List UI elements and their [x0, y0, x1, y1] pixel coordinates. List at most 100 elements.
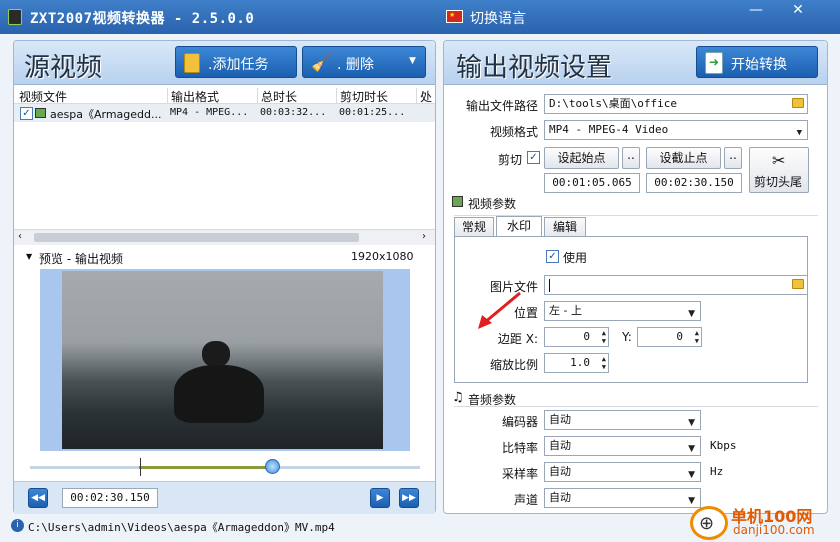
margin-x-value: 0: [583, 330, 590, 343]
use-watermark-label: 使用: [563, 251, 588, 265]
tab-watermark[interactable]: 水印: [496, 216, 542, 237]
tab-general[interactable]: 常规: [454, 217, 494, 237]
scrollbar-thumb[interactable]: [34, 233, 359, 242]
position-value: 左 - 上: [549, 304, 582, 317]
col-cut[interactable]: 剪切时长: [336, 88, 388, 105]
use-watermark-checkbox[interactable]: ✓: [546, 250, 559, 263]
scale-value: 1.0: [570, 356, 590, 369]
time-display: 00:02:30.150: [62, 488, 158, 508]
tab-edit[interactable]: 编辑: [544, 217, 586, 237]
figure-head: [202, 341, 230, 367]
scroll-right-icon[interactable]: ›: [422, 231, 426, 242]
site-url: danji100.com: [733, 523, 815, 537]
row-format: MP4 - MPEG...: [170, 107, 249, 118]
add-task-button[interactable]: .添加任务: [175, 46, 297, 78]
spinner-icon[interactable]: ▲ ▼: [602, 355, 606, 371]
encoder-label: 编码器: [501, 415, 538, 429]
start-convert-button[interactable]: ➜ 开始转换: [696, 46, 818, 78]
bitrate-select[interactable]: 自动 ▼: [544, 436, 701, 456]
scissors-icon: ✂: [772, 151, 786, 170]
margin-x-label: 边距 X:: [497, 332, 538, 346]
scroll-left-icon[interactable]: ‹: [18, 231, 22, 242]
scale-input[interactable]: 1.0 ▲ ▼: [544, 353, 609, 373]
delete-button[interactable]: 🧹 . 删除 ▼: [302, 46, 426, 78]
music-note-icon: ♫: [452, 390, 464, 405]
text-cursor: [549, 278, 550, 292]
spinner-icon[interactable]: ▲ ▼: [695, 329, 699, 345]
cut-start-time[interactable]: 00:01:05.065: [544, 173, 640, 193]
delete-label: . 删除: [337, 57, 374, 73]
margin-y-value: 0: [676, 330, 683, 343]
play-button[interactable]: ▶: [370, 488, 390, 508]
close-button[interactable]: ✕: [784, 0, 812, 22]
collapse-arrow-icon[interactable]: ▼: [26, 252, 32, 261]
col-total[interactable]: 总时长: [257, 88, 297, 105]
channel-value: 自动: [549, 491, 571, 504]
fast-forward-button[interactable]: ▶▶: [399, 488, 419, 508]
row-total: 00:03:32...: [260, 107, 327, 118]
end-more-button[interactable]: ..: [724, 147, 742, 169]
output-title: 输出视频设置: [456, 53, 613, 83]
chevron-down-icon[interactable]: ▼: [409, 56, 416, 66]
video-preview[interactable]: [62, 271, 383, 449]
cut-checkbox[interactable]: ✓: [527, 151, 540, 164]
site-logo: ⊕: [690, 506, 728, 540]
samplerate-label: 采样率: [501, 467, 538, 481]
margin-y-label: Y:: [622, 330, 632, 344]
output-path-field[interactable]: D:\tools\桌面\office: [544, 94, 808, 114]
file-table-header: 视频文件 输出格式 总时长 剪切时长 处: [14, 87, 435, 105]
horizontal-scrollbar[interactable]: ‹ ›: [14, 229, 435, 245]
bitrate-unit: Kbps: [710, 439, 737, 452]
chevron-down-icon: ▼: [688, 496, 695, 506]
video-file-icon: [35, 108, 46, 118]
video-format-label: 视频格式: [489, 125, 538, 139]
output-panel: 输出视频设置 ➜ 开始转换 输出文件路径 D:\tools\桌面\office …: [443, 40, 828, 514]
row-checkbox[interactable]: ✓: [20, 107, 33, 120]
plus-icon: ⊕: [699, 513, 715, 534]
source-title: 源视频: [24, 53, 103, 83]
margin-x-input[interactable]: 0 ▲ ▼: [544, 327, 609, 347]
samplerate-select[interactable]: 自动 ▼: [544, 462, 701, 482]
cut-ends-label: 剪切头尾: [754, 175, 803, 189]
cut-label: 剪切: [497, 153, 522, 167]
minimize-button[interactable]: —: [742, 0, 770, 22]
video-format-value: MP4 - MPEG-4 Video: [549, 123, 669, 136]
app-icon: [8, 9, 22, 25]
cut-start-marker[interactable]: [140, 458, 141, 476]
bitrate-label: 比特率: [501, 441, 538, 455]
timeline-cut-range: [139, 466, 272, 469]
rewind-button[interactable]: ◀◀: [28, 488, 48, 508]
start-convert-label: 开始转换: [731, 57, 787, 73]
set-start-button[interactable]: 设起始点: [544, 147, 619, 169]
app-title: ZXT2007视频转换器 - 2.5.0.0: [30, 11, 255, 27]
video-format-select[interactable]: MP4 - MPEG-4 Video ▼: [544, 120, 808, 140]
start-more-button[interactable]: ..: [622, 147, 640, 169]
browse-folder-icon[interactable]: [792, 98, 804, 108]
table-row[interactable]: ✓ aespa《Armagedd... MP4 - MPEG... 00:03:…: [14, 104, 435, 122]
image-file-field[interactable]: [544, 275, 808, 295]
channel-select[interactable]: 自动 ▼: [544, 488, 701, 508]
switch-language-button[interactable]: 切换语言: [470, 8, 526, 28]
position-select[interactable]: 左 - 上 ▼: [544, 301, 701, 321]
resolution-label: 1920x1080: [351, 250, 414, 263]
set-end-button[interactable]: 设截止点: [646, 147, 721, 169]
video-params-icon: [452, 196, 463, 207]
status-path: C:\Users\admin\Videos\aespa《Armageddon》M…: [28, 521, 335, 534]
samplerate-value: 自动: [549, 465, 571, 478]
spinner-icon[interactable]: ▲ ▼: [602, 329, 606, 345]
encoder-select[interactable]: 自动 ▼: [544, 410, 701, 430]
browse-image-icon[interactable]: [792, 279, 804, 289]
convert-icon: ➜: [705, 52, 723, 74]
video-params-title: 视频参数: [468, 197, 517, 211]
margin-y-input[interactable]: 0 ▲ ▼: [637, 327, 702, 347]
preview-label: 预览 - 输出视频: [39, 252, 123, 266]
timeline-handle[interactable]: [264, 459, 280, 474]
cut-end-time[interactable]: 00:02:30.150: [646, 173, 742, 193]
col-format[interactable]: 输出格式: [167, 88, 219, 105]
col-file[interactable]: 视频文件: [19, 88, 67, 105]
row-cut: 00:01:25...: [339, 107, 406, 118]
col-more[interactable]: 处: [416, 88, 432, 105]
china-flag-icon[interactable]: [446, 10, 463, 23]
title-bar: ZXT2007视频转换器 - 2.5.0.0 切换语言 — ✕: [0, 0, 840, 34]
cut-ends-button[interactable]: ✂ 剪切头尾: [749, 147, 809, 193]
